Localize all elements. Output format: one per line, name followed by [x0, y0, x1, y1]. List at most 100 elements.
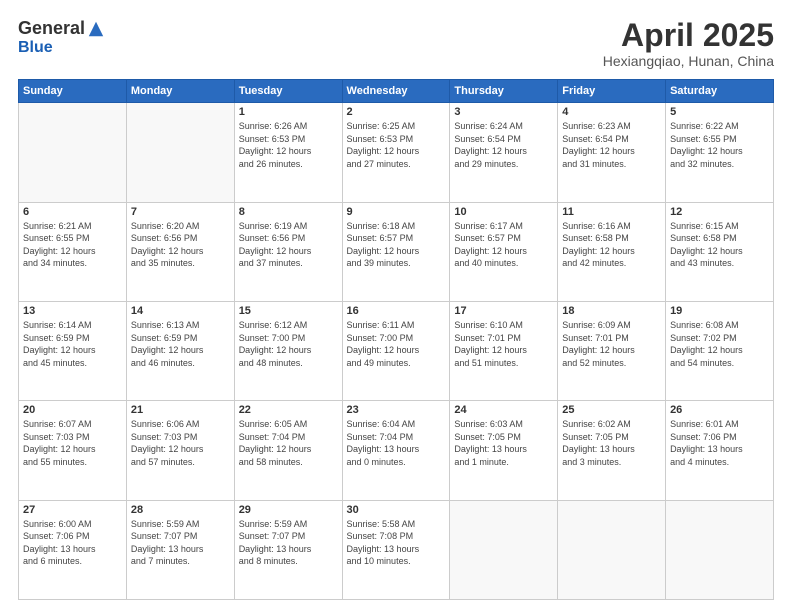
day-info: Sunrise: 6:06 AM Sunset: 7:03 PM Dayligh… [131, 418, 230, 468]
header: General Blue April 2025 Hexiangqiao, Hun… [18, 18, 774, 69]
day-number: 11 [562, 206, 661, 218]
col-wednesday: Wednesday [342, 80, 450, 103]
day-info: Sunrise: 6:17 AM Sunset: 6:57 PM Dayligh… [454, 220, 553, 270]
calendar-cell: 22 Sunrise: 6:05 AM Sunset: 7:04 PM Dayli… [234, 401, 342, 500]
day-info: Sunrise: 6:20 AM Sunset: 6:56 PM Dayligh… [131, 220, 230, 270]
calendar-cell [666, 500, 774, 599]
day-number: 21 [131, 404, 230, 416]
day-info: Sunrise: 5:59 AM Sunset: 7:07 PM Dayligh… [131, 518, 230, 568]
day-number: 12 [670, 206, 769, 218]
calendar-cell: 23Sunrise: 6:04 AM Sunset: 7:04 PM Dayli… [342, 401, 450, 500]
day-info: Sunrise: 6:23 AM Sunset: 6:54 PM Dayligh… [562, 120, 661, 170]
day-number: 10 [454, 206, 553, 218]
day-number: 24 [454, 404, 553, 416]
day-number: 3 [454, 106, 553, 118]
calendar-cell: 3 Sunrise: 6:24 AM Sunset: 6:54 PM Daylig… [450, 103, 558, 202]
calendar-cell: 16Sunrise: 6:11 AM Sunset: 7:00 PM Dayli… [342, 301, 450, 400]
day-number: 1 [239, 106, 338, 118]
logo-blue-text: Blue [18, 39, 53, 57]
day-number: 30 [347, 504, 446, 516]
day-info: Sunrise: 6:12 AM Sunset: 7:00 PM Dayligh… [239, 319, 338, 369]
day-number: 6 [23, 206, 122, 218]
day-info: Sunrise: 6:08 AM Sunset: 7:02 PM Dayligh… [670, 319, 769, 369]
day-info: Sunrise: 6:14 AM Sunset: 6:59 PM Dayligh… [23, 319, 122, 369]
calendar-cell [558, 500, 666, 599]
day-info: Sunrise: 6:13 AM Sunset: 6:59 PM Dayligh… [131, 319, 230, 369]
calendar-cell: 11 Sunrise: 6:16 AM Sunset: 6:58 PM Dayli… [558, 202, 666, 301]
calendar-cell: 20 Sunrise: 6:07 AM Sunset: 7:03 PM Dayli… [19, 401, 127, 500]
calendar-cell: 1 Sunrise: 6:26 AM Sunset: 6:53 PM Daylig… [234, 103, 342, 202]
day-info: Sunrise: 6:21 AM Sunset: 6:55 PM Dayligh… [23, 220, 122, 270]
calendar-cell: 28 Sunrise: 5:59 AM Sunset: 7:07 PM Dayli… [126, 500, 234, 599]
day-info: Sunrise: 6:16 AM Sunset: 6:58 PM Dayligh… [562, 220, 661, 270]
day-info: Sunrise: 6:05 AM Sunset: 7:04 PM Dayligh… [239, 418, 338, 468]
day-number: 15 [239, 305, 338, 317]
day-number: 20 [23, 404, 122, 416]
day-info: Sunrise: 6:22 AM Sunset: 6:55 PM Dayligh… [670, 120, 769, 170]
col-thursday: Thursday [450, 80, 558, 103]
calendar-row-1: 6 Sunrise: 6:21 AM Sunset: 6:55 PM Daylig… [19, 202, 774, 301]
col-monday: Monday [126, 80, 234, 103]
calendar-cell: 9Sunrise: 6:18 AM Sunset: 6:57 PM Daylig… [342, 202, 450, 301]
logo-text: General [18, 18, 105, 39]
title-block: April 2025 Hexiangqiao, Hunan, China [603, 18, 774, 69]
calendar-cell: 13Sunrise: 6:14 AM Sunset: 6:59 PM Dayli… [19, 301, 127, 400]
day-info: Sunrise: 6:01 AM Sunset: 7:06 PM Dayligh… [670, 418, 769, 468]
day-number: 4 [562, 106, 661, 118]
location: Hexiangqiao, Hunan, China [603, 53, 774, 69]
col-tuesday: Tuesday [234, 80, 342, 103]
calendar-cell: 4 Sunrise: 6:23 AM Sunset: 6:54 PM Daylig… [558, 103, 666, 202]
day-number: 16 [347, 305, 446, 317]
calendar-cell: 10 Sunrise: 6:17 AM Sunset: 6:57 PM Dayli… [450, 202, 558, 301]
day-info: Sunrise: 5:59 AM Sunset: 7:07 PM Dayligh… [239, 518, 338, 568]
calendar-cell: 19Sunrise: 6:08 AM Sunset: 7:02 PM Dayli… [666, 301, 774, 400]
day-info: Sunrise: 6:10 AM Sunset: 7:01 PM Dayligh… [454, 319, 553, 369]
calendar-cell: 5 Sunrise: 6:22 AM Sunset: 6:55 PM Daylig… [666, 103, 774, 202]
day-number: 26 [670, 404, 769, 416]
calendar-row-3: 20 Sunrise: 6:07 AM Sunset: 7:03 PM Dayli… [19, 401, 774, 500]
day-info: Sunrise: 6:02 AM Sunset: 7:05 PM Dayligh… [562, 418, 661, 468]
calendar-cell [126, 103, 234, 202]
page: General Blue April 2025 Hexiangqiao, Hun… [0, 0, 792, 612]
calendar-cell: 2Sunrise: 6:25 AM Sunset: 6:53 PM Daylig… [342, 103, 450, 202]
col-saturday: Saturday [666, 80, 774, 103]
day-number: 9 [347, 206, 446, 218]
day-info: Sunrise: 6:24 AM Sunset: 6:54 PM Dayligh… [454, 120, 553, 170]
calendar-cell: 17 Sunrise: 6:10 AM Sunset: 7:01 PM Dayli… [450, 301, 558, 400]
day-number: 18 [562, 305, 661, 317]
calendar-cell: 15 Sunrise: 6:12 AM Sunset: 7:00 PM Dayli… [234, 301, 342, 400]
day-info: Sunrise: 6:25 AM Sunset: 6:53 PM Dayligh… [347, 120, 446, 170]
calendar-cell: 25Sunrise: 6:02 AM Sunset: 7:05 PM Dayli… [558, 401, 666, 500]
day-info: Sunrise: 6:03 AM Sunset: 7:05 PM Dayligh… [454, 418, 553, 468]
day-info: Sunrise: 6:26 AM Sunset: 6:53 PM Dayligh… [239, 120, 338, 170]
day-info: Sunrise: 6:19 AM Sunset: 6:56 PM Dayligh… [239, 220, 338, 270]
day-number: 27 [23, 504, 122, 516]
calendar-cell: 7 Sunrise: 6:20 AM Sunset: 6:56 PM Daylig… [126, 202, 234, 301]
calendar-cell: 18Sunrise: 6:09 AM Sunset: 7:01 PM Dayli… [558, 301, 666, 400]
logo-general: General [18, 18, 85, 39]
calendar-row-2: 13Sunrise: 6:14 AM Sunset: 6:59 PM Dayli… [19, 301, 774, 400]
day-number: 22 [239, 404, 338, 416]
day-info: Sunrise: 6:07 AM Sunset: 7:03 PM Dayligh… [23, 418, 122, 468]
day-info: Sunrise: 6:04 AM Sunset: 7:04 PM Dayligh… [347, 418, 446, 468]
logo-icon [87, 20, 105, 38]
day-number: 29 [239, 504, 338, 516]
month-title: April 2025 [603, 18, 774, 53]
calendar-cell: 29 Sunrise: 5:59 AM Sunset: 7:07 PM Dayli… [234, 500, 342, 599]
day-number: 17 [454, 305, 553, 317]
day-number: 5 [670, 106, 769, 118]
day-number: 7 [131, 206, 230, 218]
day-number: 8 [239, 206, 338, 218]
day-number: 28 [131, 504, 230, 516]
calendar-row-4: 27 Sunrise: 6:00 AM Sunset: 7:06 PM Dayli… [19, 500, 774, 599]
calendar-cell: 30Sunrise: 5:58 AM Sunset: 7:08 PM Dayli… [342, 500, 450, 599]
calendar-cell: 12Sunrise: 6:15 AM Sunset: 6:58 PM Dayli… [666, 202, 774, 301]
calendar-cell [450, 500, 558, 599]
day-info: Sunrise: 6:00 AM Sunset: 7:06 PM Dayligh… [23, 518, 122, 568]
calendar-cell: 14Sunrise: 6:13 AM Sunset: 6:59 PM Dayli… [126, 301, 234, 400]
logo: General Blue [18, 18, 105, 57]
calendar-header-row: Sunday Monday Tuesday Wednesday Thursday… [19, 80, 774, 103]
calendar-cell [19, 103, 127, 202]
col-sunday: Sunday [19, 80, 127, 103]
calendar-cell: 24 Sunrise: 6:03 AM Sunset: 7:05 PM Dayli… [450, 401, 558, 500]
